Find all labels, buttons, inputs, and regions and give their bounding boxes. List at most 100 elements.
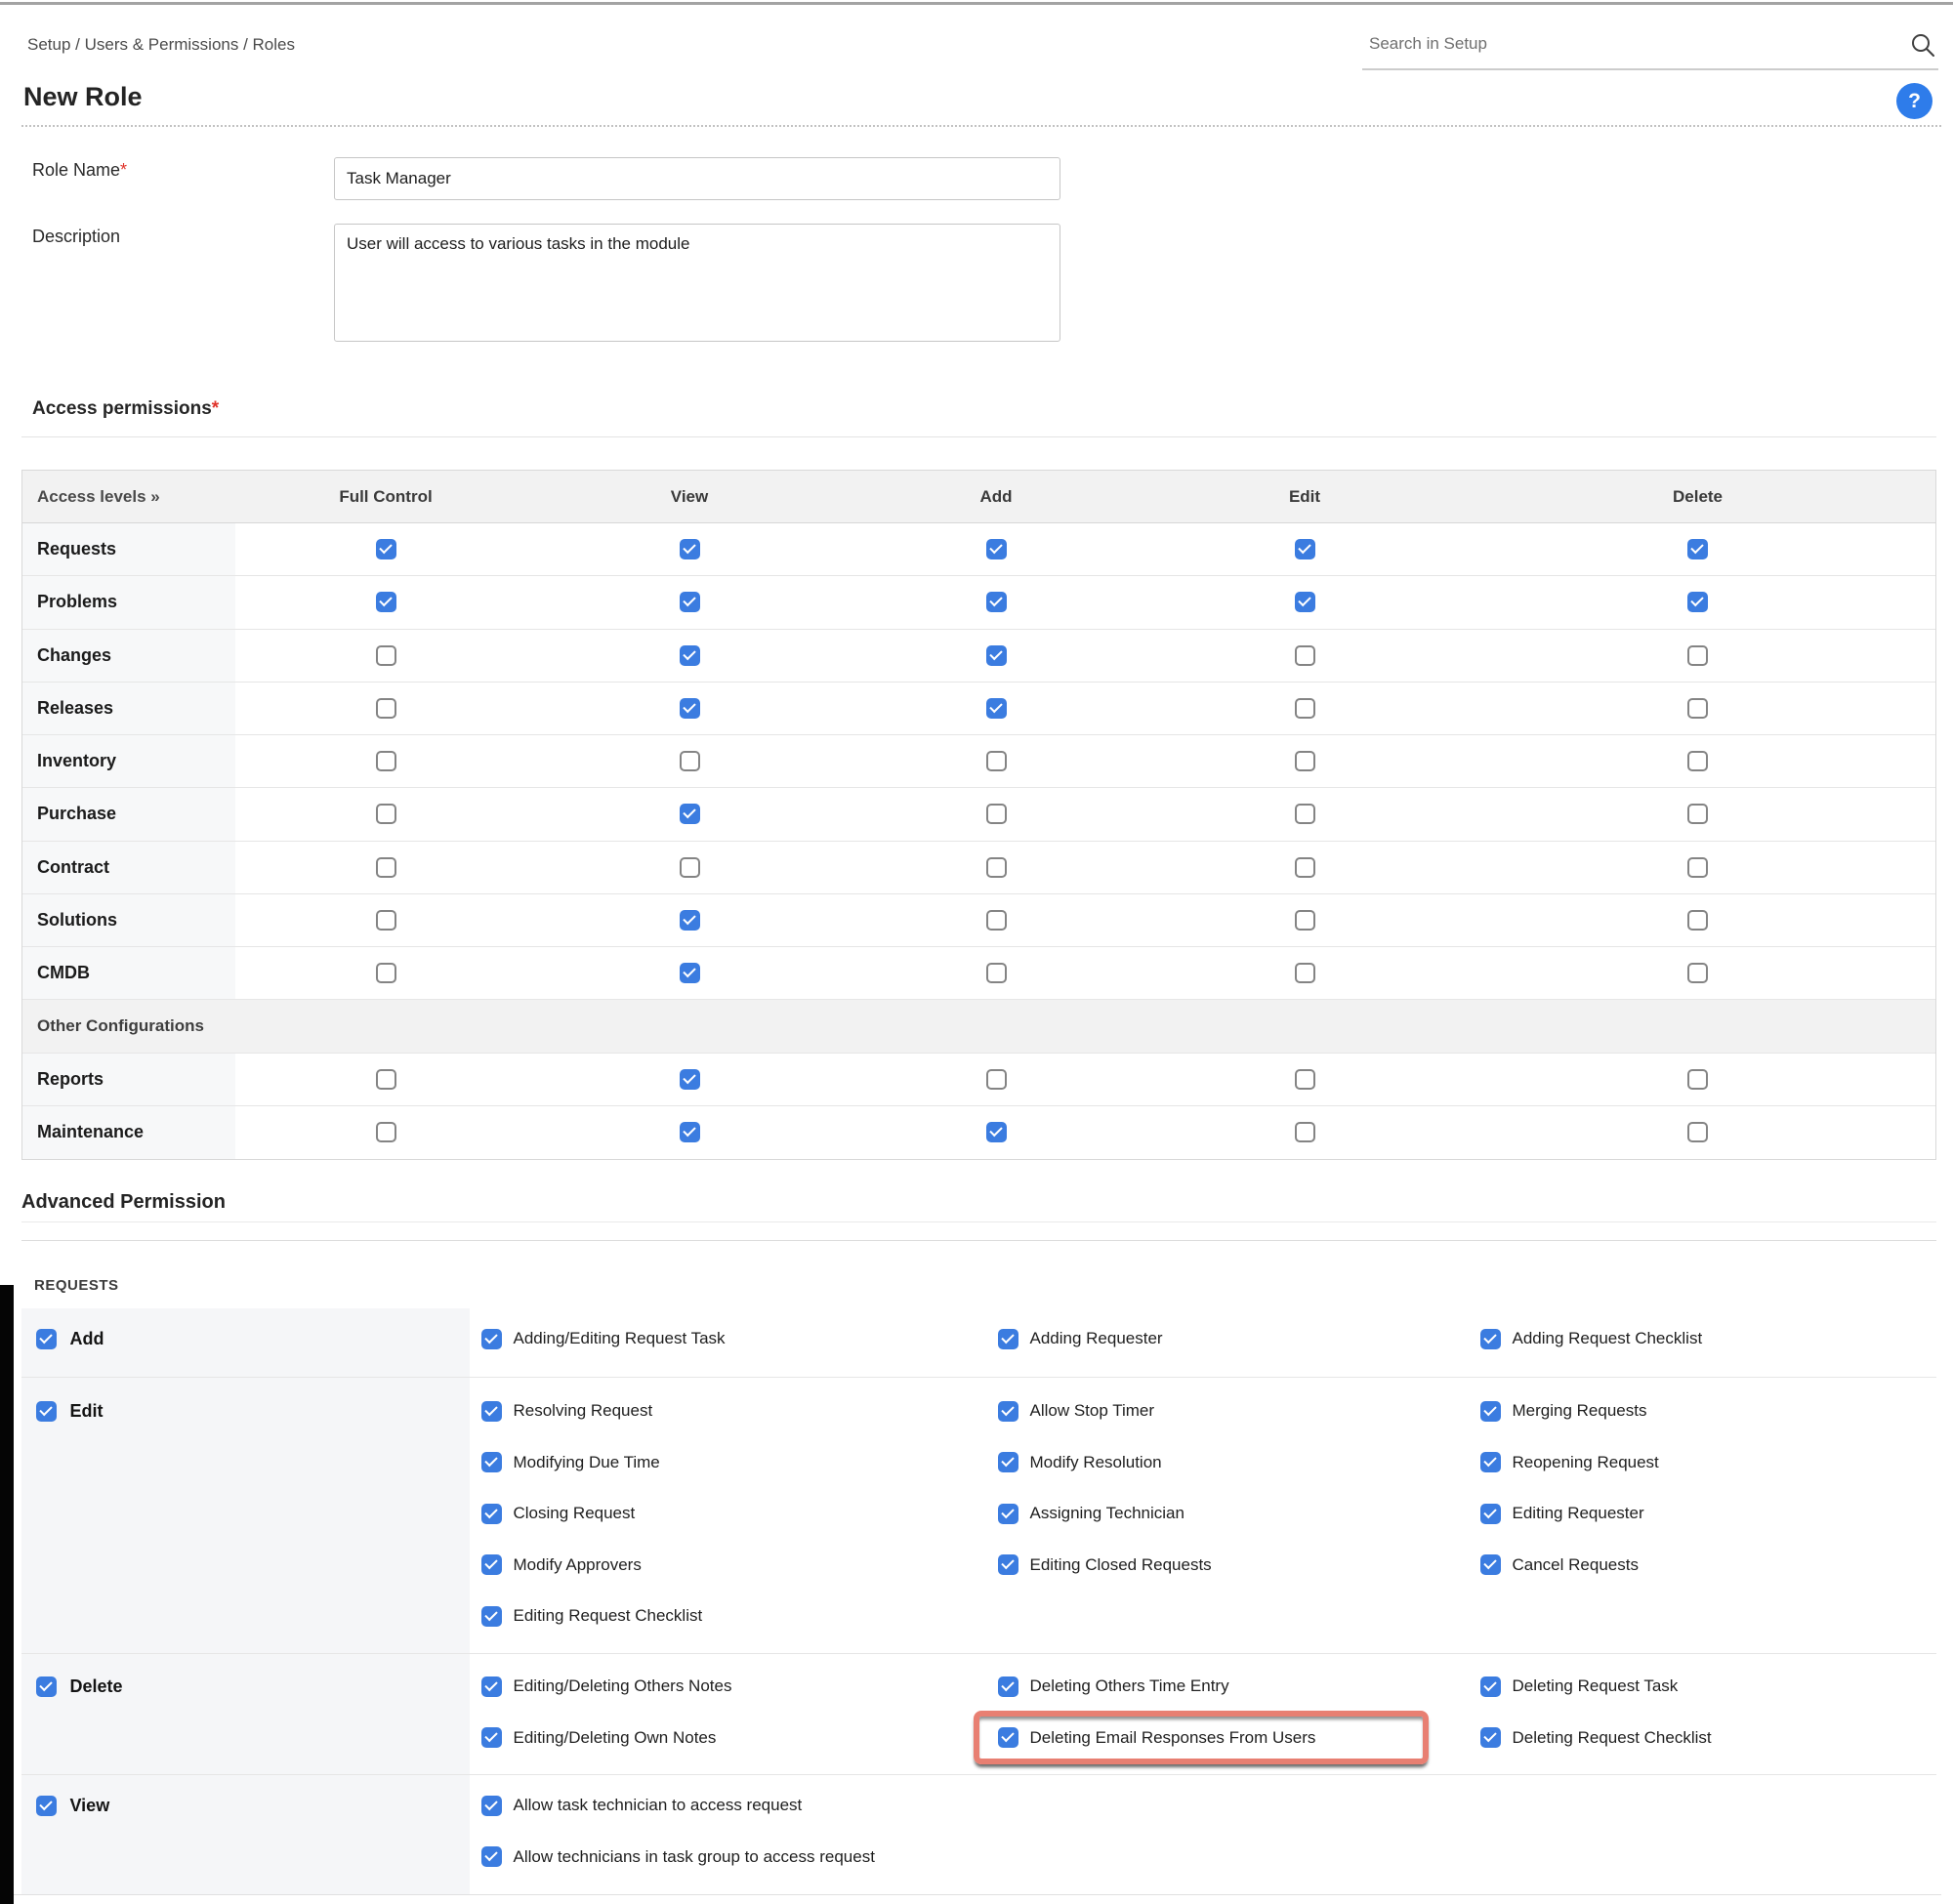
checkbox-cmdb-view[interactable] (680, 963, 700, 983)
row-label-solutions: Solutions (22, 894, 235, 946)
permission-resolving-request: Resolving Request (481, 1396, 653, 1426)
checkbox-contract-add[interactable] (986, 857, 1007, 878)
checkbox-reopening-request[interactable] (1480, 1452, 1501, 1472)
checkbox-editing-request-checklist[interactable] (481, 1606, 502, 1627)
checkbox-requests-add[interactable] (986, 539, 1007, 559)
checkbox-adding-request-checklist[interactable] (1480, 1329, 1501, 1349)
checkbox-deleting-email-responses-from-users[interactable] (998, 1727, 1018, 1748)
checkbox-requests-view[interactable] (680, 539, 700, 559)
checkbox-purchase-add[interactable] (986, 804, 1007, 824)
checkbox-changes-full-control[interactable] (376, 645, 396, 666)
checkbox-editing-deleting-own-notes[interactable] (481, 1727, 502, 1748)
checkbox-allow-technicians-in-task-group-to-access-request[interactable] (481, 1846, 502, 1867)
checkbox-reports-delete[interactable] (1687, 1069, 1708, 1090)
checkbox-editing-requester[interactable] (1480, 1504, 1501, 1524)
checkbox-solutions-add[interactable] (986, 910, 1007, 931)
checkbox-modifying-due-time[interactable] (481, 1452, 502, 1472)
access-levels-header[interactable]: Access levels » (22, 487, 235, 507)
checkbox-inventory-full-control[interactable] (376, 751, 396, 771)
permission-label: Deleting Request Checklist (1513, 1728, 1712, 1748)
checkbox-closing-request[interactable] (481, 1504, 502, 1524)
checkbox-requests-delete[interactable] (1687, 539, 1708, 559)
checkbox-modify-resolution[interactable] (998, 1452, 1018, 1472)
section-toggle-delete: Delete (36, 1672, 123, 1701)
checkbox-inventory-edit[interactable] (1295, 751, 1315, 771)
checkbox-cmdb-edit[interactable] (1295, 963, 1315, 983)
checkbox-changes-add[interactable] (986, 645, 1007, 666)
access-permissions-table: Access levels »Full ControlViewAddEditDe… (21, 470, 1936, 1160)
section-checkbox-view[interactable] (36, 1796, 57, 1816)
checkbox-inventory-view[interactable] (680, 751, 700, 771)
section-divider (21, 1221, 1936, 1222)
checkbox-deleting-request-checklist[interactable] (1480, 1727, 1501, 1748)
checkbox-contract-full-control[interactable] (376, 857, 396, 878)
checkbox-requests-full-control[interactable] (376, 539, 396, 559)
checkbox-maintenance-delete[interactable] (1687, 1122, 1708, 1142)
checkbox-reports-edit[interactable] (1295, 1069, 1315, 1090)
permission-modify-resolution: Modify Resolution (998, 1448, 1162, 1477)
checkbox-maintenance-edit[interactable] (1295, 1122, 1315, 1142)
search-icon[interactable] (1909, 31, 1936, 59)
checkbox-solutions-delete[interactable] (1687, 910, 1708, 931)
checkbox-maintenance-view[interactable] (680, 1122, 700, 1142)
checkbox-adding-requester[interactable] (998, 1329, 1018, 1349)
checkbox-reports-full-control[interactable] (376, 1069, 396, 1090)
cell-cmdb-edit (1149, 947, 1460, 999)
checkbox-cmdb-delete[interactable] (1687, 963, 1708, 983)
checkbox-requests-edit[interactable] (1295, 539, 1315, 559)
checkbox-maintenance-full-control[interactable] (376, 1122, 396, 1142)
help-icon[interactable]: ? (1896, 83, 1932, 119)
checkbox-inventory-add[interactable] (986, 751, 1007, 771)
section-checkbox-delete[interactable] (36, 1676, 57, 1697)
checkbox-cmdb-full-control[interactable] (376, 963, 396, 983)
checkbox-purchase-full-control[interactable] (376, 804, 396, 824)
section-checkbox-edit[interactable] (36, 1401, 57, 1422)
checkbox-releases-add[interactable] (986, 698, 1007, 719)
checkbox-allow-task-technician-to-access-request[interactable] (481, 1796, 502, 1816)
checkbox-releases-view[interactable] (680, 698, 700, 719)
description-field[interactable]: User will access to various tasks in the… (334, 224, 1060, 342)
checkbox-purchase-delete[interactable] (1687, 804, 1708, 824)
cell-requests-edit (1149, 523, 1460, 575)
checkbox-reports-view[interactable] (680, 1069, 700, 1090)
section-checkbox-add[interactable] (36, 1329, 57, 1349)
checkbox-resolving-request[interactable] (481, 1401, 502, 1422)
checkbox-problems-view[interactable] (680, 592, 700, 612)
checkbox-purchase-edit[interactable] (1295, 804, 1315, 824)
checkbox-purchase-view[interactable] (680, 804, 700, 824)
checkbox-maintenance-add[interactable] (986, 1122, 1007, 1142)
checkbox-cancel-requests[interactable] (1480, 1554, 1501, 1575)
checkbox-inventory-delete[interactable] (1687, 751, 1708, 771)
checkbox-contract-edit[interactable] (1295, 857, 1315, 878)
checkbox-contract-view[interactable] (680, 857, 700, 878)
checkbox-releases-delete[interactable] (1687, 698, 1708, 719)
checkbox-merging-requests[interactable] (1480, 1401, 1501, 1422)
checkbox-changes-view[interactable] (680, 645, 700, 666)
checkbox-deleting-request-task[interactable] (1480, 1676, 1501, 1697)
checkbox-editing-deleting-others-notes[interactable] (481, 1676, 502, 1697)
checkbox-allow-stop-timer[interactable] (998, 1401, 1018, 1422)
role-name-field[interactable] (334, 157, 1060, 200)
checkbox-reports-add[interactable] (986, 1069, 1007, 1090)
checkbox-solutions-full-control[interactable] (376, 910, 396, 931)
checkbox-releases-full-control[interactable] (376, 698, 396, 719)
breadcrumb[interactable]: Setup / Users & Permissions / Roles (27, 35, 295, 55)
cell-releases-full-control (235, 683, 536, 734)
checkbox-solutions-edit[interactable] (1295, 910, 1315, 931)
checkbox-deleting-others-time-entry[interactable] (998, 1676, 1018, 1697)
checkbox-solutions-view[interactable] (680, 910, 700, 931)
checkbox-problems-edit[interactable] (1295, 592, 1315, 612)
checkbox-releases-edit[interactable] (1295, 698, 1315, 719)
checkbox-assigning-technician[interactable] (998, 1504, 1018, 1524)
checkbox-changes-delete[interactable] (1687, 645, 1708, 666)
checkbox-problems-add[interactable] (986, 592, 1007, 612)
checkbox-cmdb-add[interactable] (986, 963, 1007, 983)
checkbox-problems-full-control[interactable] (376, 592, 396, 612)
checkbox-editing-closed-requests[interactable] (998, 1554, 1018, 1575)
checkbox-adding-editing-request-task[interactable] (481, 1329, 502, 1349)
search-input[interactable] (1367, 33, 1889, 55)
checkbox-changes-edit[interactable] (1295, 645, 1315, 666)
checkbox-contract-delete[interactable] (1687, 857, 1708, 878)
checkbox-problems-delete[interactable] (1687, 592, 1708, 612)
checkbox-modify-approvers[interactable] (481, 1554, 502, 1575)
